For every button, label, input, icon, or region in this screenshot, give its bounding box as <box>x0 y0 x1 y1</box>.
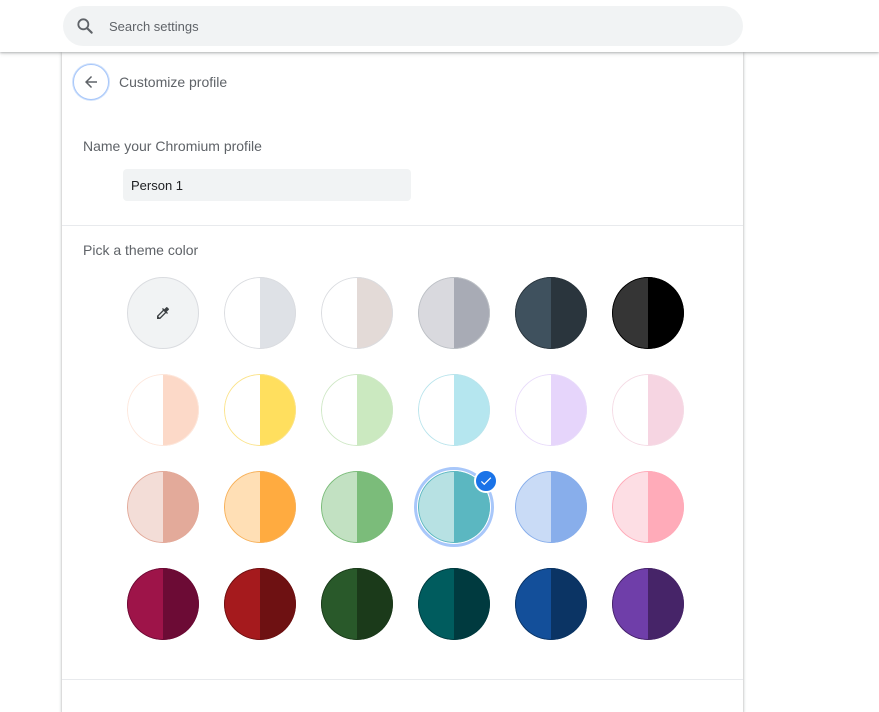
theme-swatch-default[interactable] <box>224 277 296 349</box>
section-divider <box>62 679 743 680</box>
eyedropper-icon <box>155 305 171 321</box>
theme-swatch-blue[interactable] <box>515 471 587 543</box>
checkmark-icon <box>474 469 498 493</box>
theme-swatch-red[interactable] <box>224 568 296 640</box>
search-bar[interactable] <box>63 6 743 46</box>
theme-swatch-grey[interactable] <box>418 277 490 349</box>
theme-swatch-aqua[interactable] <box>418 374 490 446</box>
theme-swatch-purple[interactable] <box>612 568 684 640</box>
theme-swatch-green[interactable] <box>321 471 393 543</box>
theme-swatch-violet-light[interactable] <box>515 374 587 446</box>
page-title: Customize profile <box>119 74 228 90</box>
theme-swatch-magenta[interactable] <box>127 568 199 640</box>
theme-swatch-green-light[interactable] <box>321 374 393 446</box>
theme-swatch-peach[interactable] <box>127 471 199 543</box>
theme-swatch-dark-teal[interactable] <box>418 568 490 640</box>
search-input[interactable] <box>109 18 669 34</box>
custom-color-picker-button[interactable] <box>127 277 199 349</box>
arrow-back-icon <box>82 73 100 91</box>
settings-toolbar <box>0 0 879 52</box>
theme-swatch-beige[interactable] <box>127 374 199 446</box>
customize-profile-card: Customize profile Name your Chromium pro… <box>62 52 743 712</box>
theme-color-label: Pick a theme color <box>83 242 199 258</box>
theme-swatch-orange[interactable] <box>224 471 296 543</box>
search-icon <box>75 16 95 36</box>
theme-swatch-dark-green[interactable] <box>321 568 393 640</box>
theme-swatch-dark-blue[interactable] <box>515 568 587 640</box>
theme-swatch-pink[interactable] <box>612 471 684 543</box>
theme-swatch-blue-grey[interactable] <box>515 277 587 349</box>
back-button[interactable] <box>73 64 109 100</box>
profile-name-input[interactable] <box>123 169 411 201</box>
theme-swatch-black[interactable] <box>612 277 684 349</box>
theme-swatch-pink-light[interactable] <box>612 374 684 446</box>
theme-swatch-yellow[interactable] <box>224 374 296 446</box>
theme-swatch-warm-grey[interactable] <box>321 277 393 349</box>
section-divider <box>62 225 743 226</box>
profile-name-label: Name your Chromium profile <box>83 138 262 154</box>
